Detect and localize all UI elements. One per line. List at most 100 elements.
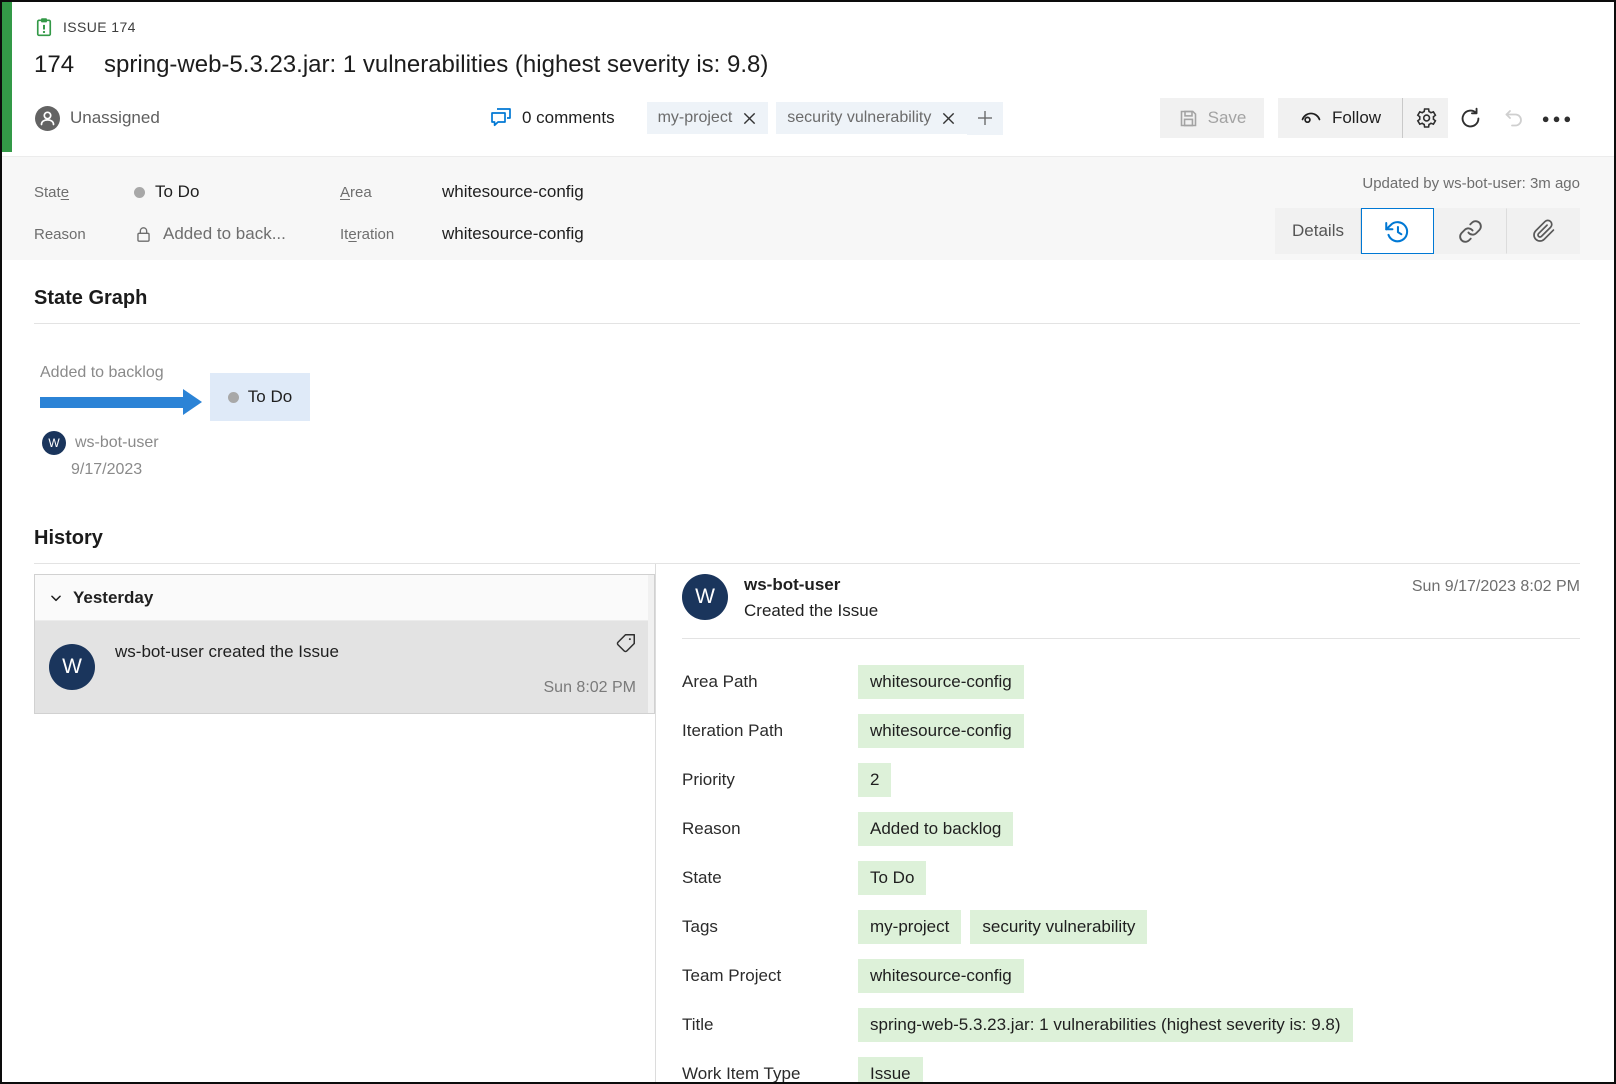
- history-list-item[interactable]: W ws-bot-user created the Issue Sun 8:02…: [35, 621, 654, 713]
- field-list: Area Pathwhitesource-configIteration Pat…: [682, 665, 1580, 1084]
- history-list: Yesterday W ws-bot-user created the Issu…: [34, 574, 655, 714]
- refresh-icon: [1458, 106, 1483, 131]
- transition-arrow: [40, 389, 202, 415]
- history-item-text: ws-bot-user created the Issue: [115, 642, 339, 662]
- history-columns: Yesterday W ws-bot-user created the Issu…: [34, 564, 1580, 1084]
- save-button[interactable]: Save: [1160, 98, 1264, 138]
- tag-icon: [615, 633, 636, 654]
- work-item-header: ISSUE 174 174 spring-web-5.3.23.jar: 1 v…: [2, 2, 1614, 140]
- scrollbar[interactable]: [648, 575, 654, 713]
- field-row: Titlespring-web-5.3.23.jar: 1 vulnerabil…: [682, 1008, 1580, 1042]
- detail-timestamp: Sun 9/17/2023 8:02 PM: [1412, 574, 1580, 596]
- title-row: 174 spring-web-5.3.23.jar: 1 vulnerabili…: [34, 51, 1580, 83]
- tab-links[interactable]: [1434, 208, 1507, 254]
- tag-label: security vulnerability: [787, 109, 931, 127]
- refresh-button[interactable]: [1448, 98, 1492, 138]
- comments-button[interactable]: 0 comments: [489, 106, 615, 130]
- area-field-value[interactable]: whitesource-config: [442, 182, 674, 202]
- gear-icon: [1414, 106, 1438, 130]
- field-value-chip: Issue: [858, 1057, 923, 1084]
- add-tag-button[interactable]: [967, 102, 1003, 135]
- field-row: Area Pathwhitesource-config: [682, 665, 1580, 699]
- more-options-button[interactable]: ●●●: [1536, 98, 1580, 138]
- work-item-id: 174: [34, 51, 74, 79]
- meta-row: Unassigned 0 comments my-project security…: [34, 96, 1580, 140]
- paperclip-icon: [1532, 219, 1556, 243]
- notification-settings-button[interactable]: [1402, 98, 1448, 138]
- transition-reason-label: Added to backlog: [40, 364, 164, 382]
- remove-tag-icon[interactable]: [742, 111, 757, 126]
- field-value-chip: Added to backlog: [858, 812, 1013, 846]
- tab-details[interactable]: Details: [1275, 208, 1361, 254]
- work-item-window: ISSUE 174 174 spring-web-5.3.23.jar: 1 v…: [0, 0, 1616, 1084]
- iteration-field-label: Iteration: [340, 226, 442, 243]
- state-node-label: To Do: [248, 387, 292, 407]
- history-detail-column: W ws-bot-user Created the Issue Sun 9/17…: [656, 564, 1580, 1084]
- avatar: W: [42, 431, 66, 455]
- field-row: Tagsmy-projectsecurity vulnerability: [682, 910, 1580, 944]
- remove-tag-icon[interactable]: [941, 111, 956, 126]
- iteration-field-value[interactable]: whitesource-config: [442, 224, 674, 244]
- state-dot: [134, 187, 145, 198]
- transition-user-name: ws-bot-user: [75, 434, 159, 452]
- state-bar-right: Updated by ws-bot-user: 3m ago Details: [1275, 175, 1580, 254]
- field-row: Work Item TypeIssue: [682, 1057, 1580, 1084]
- assignee-picker[interactable]: Unassigned: [34, 105, 324, 132]
- field-values: Added to backlog: [858, 812, 1013, 846]
- follow-eye-icon: [1299, 106, 1323, 130]
- history-group-label: Yesterday: [73, 588, 153, 608]
- field-values: To Do: [858, 861, 926, 895]
- history-item-time: Sun 8:02 PM: [544, 679, 637, 697]
- toolbar: Save Follow: [1160, 98, 1580, 138]
- transition-user: W ws-bot-user: [42, 431, 159, 455]
- updated-by-text: Updated by ws-bot-user: 3m ago: [1275, 175, 1580, 192]
- field-values: whitesource-config: [858, 959, 1024, 993]
- tag-chip[interactable]: my-project: [647, 102, 769, 134]
- follow-button-group: Follow: [1278, 98, 1448, 138]
- follow-button[interactable]: Follow: [1278, 98, 1402, 138]
- tag-chip[interactable]: security vulnerability: [776, 102, 967, 134]
- issue-type-color-bar: [2, 2, 12, 152]
- history-group-header[interactable]: Yesterday: [35, 575, 654, 621]
- field-values: whitesource-config: [858, 714, 1024, 748]
- field-label: Iteration Path: [682, 714, 858, 741]
- field-value-chip: whitesource-config: [858, 714, 1024, 748]
- state-field-label: State: [34, 184, 134, 201]
- field-label: Priority: [682, 763, 858, 790]
- chevron-down-icon: [49, 591, 63, 605]
- history-heading: History: [34, 527, 1580, 550]
- field-row: Iteration Pathwhitesource-config: [682, 714, 1580, 748]
- state-fields: State To Do Area whitesource-config Reas…: [34, 171, 674, 255]
- field-values: Issue: [858, 1057, 923, 1084]
- history-tab-content: State Graph Added to backlog To Do W ws-…: [2, 287, 1614, 1084]
- tab-attachments[interactable]: [1507, 208, 1580, 254]
- field-label: Work Item Type: [682, 1057, 858, 1084]
- detail-user-name: ws-bot-user: [744, 575, 878, 595]
- field-label: State: [682, 861, 858, 888]
- state-field-value[interactable]: To Do: [134, 182, 340, 202]
- avatar: W: [682, 574, 728, 620]
- lock-icon: [134, 225, 153, 244]
- field-label: Title: [682, 1008, 858, 1035]
- field-values: my-projectsecurity vulnerability: [858, 910, 1147, 944]
- field-values: 2: [858, 763, 891, 797]
- work-item-type-row: ISSUE 174: [34, 16, 1580, 38]
- link-icon: [1458, 219, 1483, 244]
- work-item-title[interactable]: spring-web-5.3.23.jar: 1 vulnerabilities…: [104, 51, 768, 79]
- work-item-type-label: ISSUE 174: [63, 19, 136, 35]
- undo-icon: [1502, 106, 1526, 130]
- tab-history[interactable]: [1361, 208, 1434, 254]
- field-value-chip: whitesource-config: [858, 959, 1024, 993]
- field-label: Area Path: [682, 665, 858, 692]
- history-detail-header: W ws-bot-user Created the Issue Sun 9/17…: [682, 574, 1580, 621]
- field-value-chip: security vulnerability: [970, 910, 1147, 944]
- undo-button[interactable]: [1492, 98, 1536, 138]
- transition-date: 9/17/2023: [71, 461, 142, 479]
- tag-list: my-project security vulnerability: [647, 102, 968, 134]
- field-values: whitesource-config: [858, 665, 1024, 699]
- field-row: ReasonAdded to backlog: [682, 812, 1580, 846]
- field-value-chip: spring-web-5.3.23.jar: 1 vulnerabilities…: [858, 1008, 1353, 1042]
- person-icon: [34, 105, 61, 132]
- divider: [34, 323, 1580, 324]
- ellipsis-icon: ●●●: [1542, 111, 1575, 126]
